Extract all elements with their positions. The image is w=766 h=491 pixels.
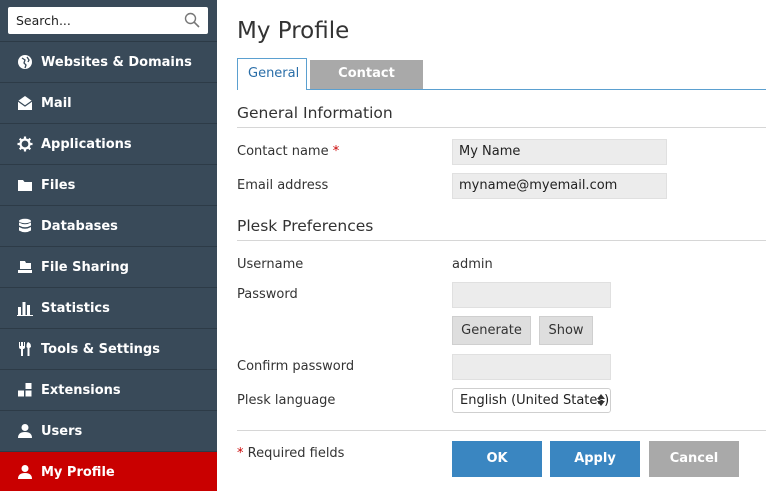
sidebar: Websites & Domains Mail Applications Fil… <box>0 0 217 491</box>
user-icon <box>16 422 34 440</box>
folder-icon <box>16 176 34 194</box>
email-field[interactable]: myname@myemail.com <box>452 173 667 199</box>
gear-icon <box>16 135 34 153</box>
file-sharing-icon <box>16 258 34 276</box>
tools-icon <box>16 340 34 358</box>
sidebar-item-tools-settings[interactable]: Tools & Settings <box>0 329 217 370</box>
envelope-icon <box>16 94 34 112</box>
generate-button[interactable]: Generate <box>452 316 531 345</box>
sidebar-item-users[interactable]: Users <box>0 411 217 452</box>
sidebar-item-file-sharing[interactable]: File Sharing <box>0 247 217 288</box>
ok-button[interactable]: OK <box>452 441 542 477</box>
email-label: Email address <box>237 178 329 193</box>
section-divider <box>237 240 766 241</box>
sidebar-item-label: Tools & Settings <box>41 341 160 357</box>
username-label: Username <box>237 257 304 272</box>
contact-name-label: Contact name * <box>237 144 340 159</box>
tab-contact-details[interactable]: Contact Details <box>310 60 423 109</box>
sidebar-item-websites-domains[interactable]: Websites & Domains <box>0 42 217 83</box>
section-title-general-info: General Information <box>237 104 393 122</box>
show-button[interactable]: Show <box>539 316 593 345</box>
extensions-icon <box>16 381 34 399</box>
sidebar-item-files[interactable]: Files <box>0 165 217 206</box>
footer-divider <box>237 430 766 431</box>
sidebar-item-label: Extensions <box>41 382 121 398</box>
required-fields-note: * Required fields <box>237 446 345 461</box>
confirm-password-label: Confirm password <box>237 359 355 374</box>
database-icon <box>16 217 34 235</box>
sidebar-item-mail[interactable]: Mail <box>0 83 217 124</box>
select-arrows-icon <box>597 394 605 406</box>
section-title-plesk-preferences: Plesk Preferences <box>237 217 374 235</box>
tab-divider <box>237 89 766 90</box>
profile-icon <box>16 463 34 481</box>
sidebar-item-label: Mail <box>41 95 72 111</box>
sidebar-item-label: Websites & Domains <box>41 54 192 70</box>
main-content: My Profile General Contact Details Gener… <box>237 0 766 491</box>
sidebar-item-label: Statistics <box>41 300 110 316</box>
plesk-language-value: English (United States) <box>460 393 610 408</box>
sidebar-item-label: Files <box>41 177 76 193</box>
sidebar-item-statistics[interactable]: Statistics <box>0 288 217 329</box>
sidebar-item-label: Databases <box>41 218 118 234</box>
required-mark: * <box>332 144 340 159</box>
page-title: My Profile <box>237 18 350 44</box>
sidebar-item-label: My Profile <box>41 464 115 480</box>
plesk-language-label: Plesk language <box>237 393 336 408</box>
tab-bar: General Contact Details <box>237 58 766 109</box>
sidebar-item-databases[interactable]: Databases <box>0 206 217 247</box>
confirm-password-field[interactable] <box>452 354 611 380</box>
search-icon[interactable] <box>184 12 200 28</box>
search-box <box>8 7 208 34</box>
required-mark: * <box>237 446 244 461</box>
sidebar-item-label: Users <box>41 423 83 439</box>
sidebar-item-my-profile[interactable]: My Profile <box>0 452 217 491</box>
search-area <box>0 0 217 42</box>
sidebar-item-extensions[interactable]: Extensions <box>0 370 217 411</box>
apply-button[interactable]: Apply <box>550 441 640 477</box>
contact-name-field[interactable]: My Name <box>452 139 667 165</box>
sidebar-item-label: Applications <box>41 136 132 152</box>
search-input[interactable] <box>8 7 208 34</box>
bar-chart-icon <box>16 299 34 317</box>
plesk-language-select[interactable]: English (United States) <box>452 388 611 413</box>
password-label: Password <box>237 287 298 302</box>
username-value: admin <box>452 257 493 272</box>
globe-icon <box>16 53 34 71</box>
password-field[interactable] <box>452 282 611 308</box>
cancel-button[interactable]: Cancel <box>649 441 739 477</box>
sidebar-item-applications[interactable]: Applications <box>0 124 217 165</box>
sidebar-item-label: File Sharing <box>41 259 129 275</box>
section-divider <box>237 127 766 128</box>
tab-general[interactable]: General <box>237 58 307 90</box>
